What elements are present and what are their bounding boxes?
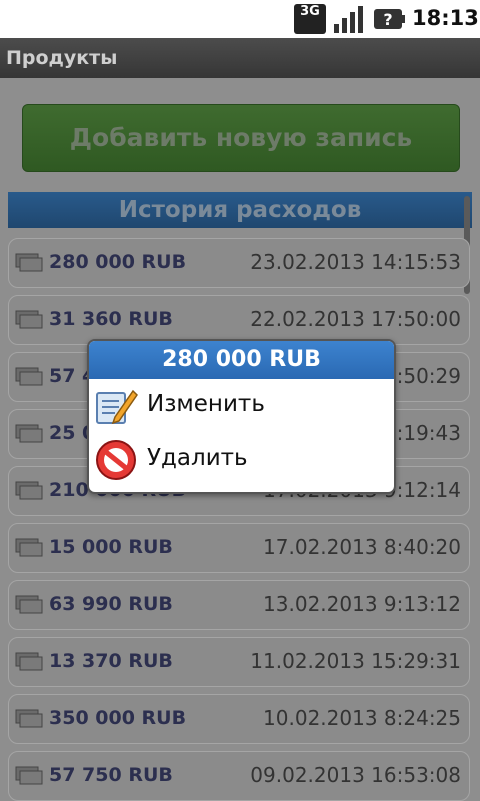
- list-item[interactable]: 13 370 RUB 11.02.2013 15:29:31: [8, 637, 470, 687]
- money-icon: [15, 310, 43, 329]
- context-menu-dialog: 280 000 RUB Изменить Удалить: [87, 339, 396, 494]
- app-title-bar: Продукты: [0, 38, 480, 78]
- clock: 18:13: [412, 6, 479, 30]
- delete-icon: [96, 440, 136, 480]
- delete-label: Удалить: [147, 445, 248, 471]
- list-item[interactable]: 31 360 RUB 22.02.2013 17:50:00: [8, 295, 470, 345]
- money-icon: [15, 481, 43, 500]
- list-item[interactable]: 15 000 RUB 17.02.2013 8:40:20: [8, 523, 470, 573]
- network-type: 3G: [300, 4, 320, 19]
- add-entry-button[interactable]: Добавить новую запись: [22, 104, 460, 172]
- edit-label: Изменить: [147, 391, 265, 417]
- list-item[interactable]: 350 000 RUB 10.02.2013 8:24:25: [8, 694, 470, 744]
- battery-unknown-icon: ?: [374, 9, 405, 29]
- list-item[interactable]: 63 990 RUB 13.02.2013 9:13:12: [8, 580, 470, 630]
- entry-amount: 350 000 RUB: [49, 707, 187, 729]
- money-icon: [15, 652, 43, 671]
- entry-date: 17.02.2013 8:40:20: [263, 535, 461, 559]
- entry-date: 13.02.2013 9:13:12: [263, 592, 461, 616]
- money-icon: [15, 367, 43, 386]
- entry-date: 10.02.2013 8:24:25: [263, 706, 461, 730]
- entry-date: 23.02.2013 14:15:53: [250, 250, 461, 274]
- 3g-data-icon: 3G: [294, 4, 326, 34]
- list-item[interactable]: 57 750 RUB 09.02.2013 16:53:08: [8, 751, 470, 801]
- entry-date: 09.02.2013 16:53:08: [250, 763, 461, 787]
- edit-menu-item[interactable]: Изменить: [89, 379, 394, 433]
- entry-amount: 31 360 RUB: [49, 308, 173, 330]
- entry-amount: 63 990 RUB: [49, 593, 173, 615]
- entry-amount: 57 750 RUB: [49, 764, 173, 786]
- entry-amount: 280 000 RUB: [49, 251, 187, 273]
- delete-menu-item[interactable]: Удалить: [89, 433, 394, 487]
- money-icon: [15, 766, 43, 785]
- signal-icon: [334, 6, 363, 33]
- edit-icon: [96, 389, 138, 425]
- list-item[interactable]: 280 000 RUB 23.02.2013 14:15:53: [8, 238, 470, 288]
- money-icon: [15, 424, 43, 443]
- entry-date: 22.02.2013 17:50:00: [250, 307, 461, 331]
- entry-date: 11.02.2013 15:29:31: [250, 649, 461, 673]
- money-icon: [15, 709, 43, 728]
- history-header: История расходов: [8, 192, 472, 228]
- money-icon: [15, 253, 43, 272]
- app-title: Продукты: [6, 47, 118, 69]
- entry-amount: 13 370 RUB: [49, 650, 173, 672]
- money-icon: [15, 595, 43, 614]
- dialog-title: 280 000 RUB: [89, 341, 394, 379]
- status-bar: 3G ? 18:13: [0, 0, 480, 38]
- entry-amount: 15 000 RUB: [49, 536, 173, 558]
- money-icon: [15, 538, 43, 557]
- svg-text:?: ?: [383, 10, 392, 29]
